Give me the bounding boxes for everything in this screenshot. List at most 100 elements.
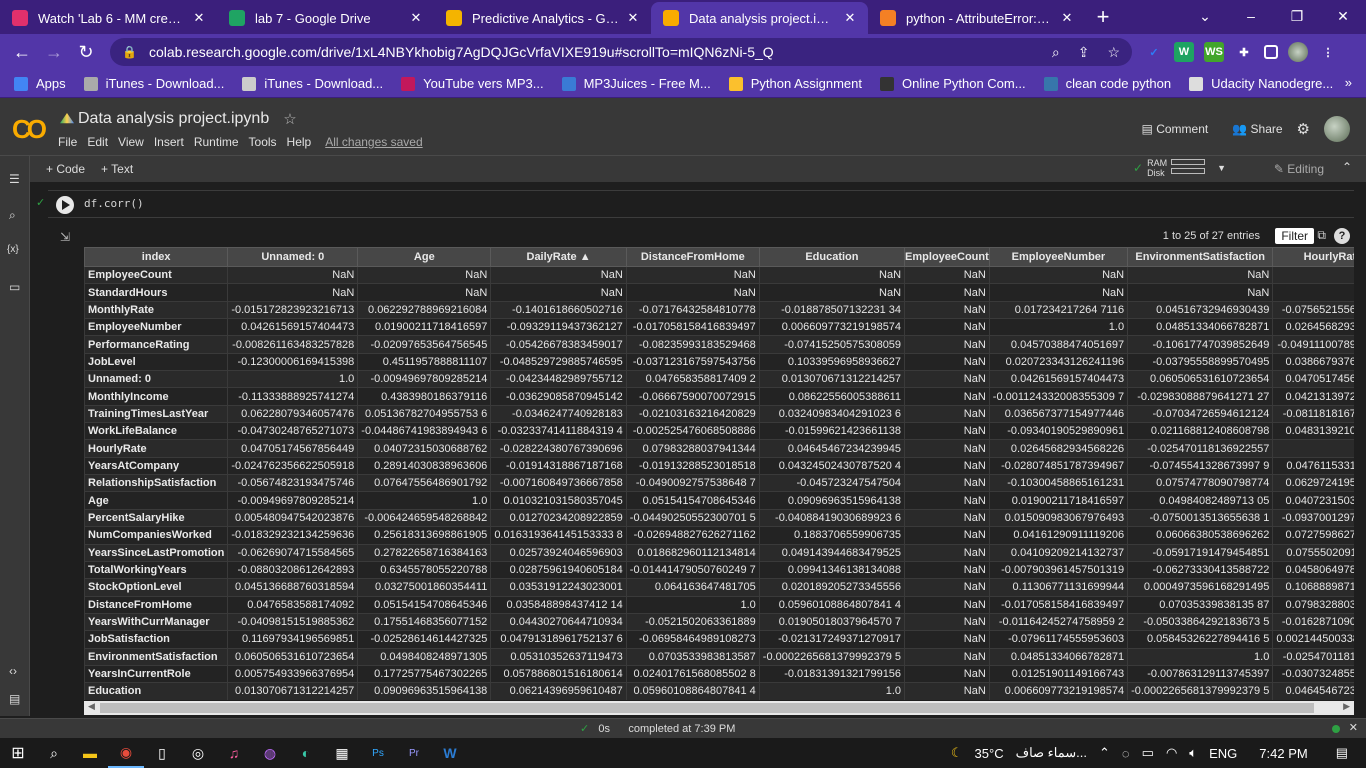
- itunes-icon[interactable]: ♫: [216, 738, 252, 768]
- menu-item[interactable]: Insert: [154, 135, 184, 149]
- menu-item[interactable]: Tools: [249, 135, 277, 149]
- code-cell[interactable]: df.corr(): [48, 190, 1354, 218]
- media-icon[interactable]: ◍: [252, 738, 288, 768]
- help-icon[interactable]: ?: [1334, 228, 1350, 244]
- browser-tab[interactable]: Predictive Analytics - Google ✕: [434, 2, 651, 34]
- column-header[interactable]: EmployeeNumber: [988, 247, 1129, 267]
- close-status-icon[interactable]: ✕: [1349, 721, 1358, 734]
- menu-item[interactable]: Runtime: [194, 135, 239, 149]
- notebook-title[interactable]: Data analysis project.ipynb ☆: [60, 110, 297, 128]
- add-text-button[interactable]: + Text: [101, 162, 133, 176]
- close-tab-icon[interactable]: ✕: [191, 10, 207, 26]
- terminal-icon[interactable]: ▤: [9, 692, 20, 706]
- minimize-button[interactable]: –: [1228, 0, 1274, 32]
- steam-icon[interactable]: ◎: [180, 738, 216, 768]
- word-icon[interactable]: W: [432, 738, 468, 768]
- bookmark-star-icon[interactable]: ☆: [1107, 44, 1120, 61]
- save-status[interactable]: All changes saved: [325, 135, 422, 149]
- taskbar-search-icon[interactable]: ⌕: [36, 738, 72, 768]
- close-window-button[interactable]: ✕: [1320, 0, 1366, 32]
- toc-icon[interactable]: ☰: [9, 172, 20, 186]
- weather-temp[interactable]: 35°C: [975, 746, 1004, 761]
- close-tab-icon[interactable]: ✕: [842, 10, 858, 26]
- share-button[interactable]: 👥 Share: [1232, 122, 1282, 136]
- extensions-puzzle-icon[interactable]: ✚: [1234, 42, 1254, 62]
- file-explorer-icon[interactable]: ▬: [72, 738, 108, 768]
- bookmark-item[interactable]: YouTube vers MP3...: [401, 76, 544, 91]
- url-input[interactable]: 🔒 colab.research.google.com/drive/1xL4NB…: [110, 38, 1132, 66]
- code-snippets-icon[interactable]: ‹›: [9, 664, 17, 678]
- run-cell-button[interactable]: [56, 196, 74, 214]
- weather-moon-icon[interactable]: ☾: [951, 745, 963, 761]
- edge-icon[interactable]: ◐: [288, 738, 324, 768]
- forward-button[interactable]: →: [38, 42, 70, 63]
- notepad-icon[interactable]: ▯: [144, 738, 180, 768]
- column-header[interactable]: DailyRate ▲: [490, 247, 627, 267]
- comment-button[interactable]: ▤ Comment: [1142, 122, 1209, 136]
- column-header[interactable]: EmployeeCount: [904, 247, 990, 267]
- files-folder-icon[interactable]: ▭: [9, 280, 20, 294]
- scroll-left-icon[interactable]: ◀: [88, 701, 95, 712]
- menu-item[interactable]: View: [118, 135, 144, 149]
- notifications-icon[interactable]: ▤: [1336, 745, 1348, 761]
- bookmark-item[interactable]: Python Assignment: [728, 76, 862, 91]
- column-header[interactable]: Unnamed: 0: [227, 247, 359, 267]
- bookmark-item[interactable]: Udacity Nanodegre...: [1189, 76, 1333, 91]
- bookmarks-overflow-icon[interactable]: »: [1345, 75, 1352, 90]
- bookmark-item[interactable]: iTunes - Download...: [83, 76, 224, 91]
- browser-menu-icon[interactable]: ⋮: [1318, 42, 1338, 62]
- zoom-icon[interactable]: ⌕: [1052, 44, 1060, 61]
- column-header[interactable]: EnvironmentSatisfaction: [1127, 247, 1274, 267]
- notebook-title-text[interactable]: Data analysis project.ipynb: [78, 110, 269, 128]
- browser-tab[interactable]: python - AttributeError: 'Seri ✕: [868, 2, 1085, 34]
- colab-logo[interactable]: CO: [12, 114, 47, 145]
- extension-ws-icon[interactable]: WS: [1204, 42, 1224, 62]
- column-header[interactable]: index: [84, 247, 229, 267]
- scroll-right-icon[interactable]: ▶: [1343, 701, 1350, 712]
- runtime-dropdown-icon[interactable]: ▼: [1217, 163, 1226, 173]
- add-code-button[interactable]: + Code: [46, 162, 85, 176]
- back-button[interactable]: ←: [6, 42, 38, 63]
- tab-search-icon[interactable]: ⌄: [1182, 0, 1228, 32]
- collapse-header-icon[interactable]: ⌃: [1342, 160, 1352, 174]
- copy-icon[interactable]: ⧉: [1317, 228, 1326, 243]
- battery-icon[interactable]: ▭: [1142, 745, 1154, 761]
- column-header[interactable]: Age: [357, 247, 492, 267]
- bookmark-item[interactable]: iTunes - Download...: [242, 76, 383, 91]
- clock[interactable]: 7:42 PM: [1259, 746, 1307, 761]
- location-icon[interactable]: ◌: [1122, 746, 1130, 761]
- bookmark-item[interactable]: MP3Juices - Free M...: [561, 76, 711, 91]
- column-header[interactable]: Education: [758, 247, 906, 267]
- bookmark-item[interactable]: Apps: [14, 76, 66, 91]
- wifi-icon[interactable]: ◠: [1166, 745, 1177, 761]
- correlation-table-container[interactable]: index Unnamed: 0 Age DailyRate ▲ DistanceFro…: [84, 247, 1354, 700]
- ram-disk-indicator[interactable]: ✓ RAM Disk ▼: [1133, 158, 1226, 178]
- browser-tab[interactable]: Data analysis project.ipynb - ✕: [651, 2, 868, 34]
- sidebar-icon[interactable]: [1264, 45, 1278, 59]
- menu-item[interactable]: File: [58, 135, 77, 149]
- lock-icon[interactable]: 🔒: [122, 45, 137, 59]
- bookmark-item[interactable]: Online Python Com...: [880, 76, 1026, 91]
- volume-icon[interactable]: 🔈︎: [1189, 745, 1197, 761]
- search-icon[interactable]: ⌕: [9, 208, 16, 223]
- calculator-icon[interactable]: ▦: [324, 738, 360, 768]
- browser-tab[interactable]: lab 7 - Google Drive ✕: [217, 2, 434, 34]
- extension-w-icon[interactable]: W: [1174, 42, 1194, 62]
- column-header[interactable]: DistanceFromHome: [625, 247, 760, 267]
- weather-desc[interactable]: سماء صاف...: [1016, 745, 1087, 761]
- editing-mode-button[interactable]: ✎ Editing: [1274, 162, 1324, 176]
- new-tab-button[interactable]: +: [1085, 2, 1121, 34]
- browser-tab[interactable]: Watch 'Lab 6 - MM credit' | M ✕: [0, 2, 217, 34]
- cell-code[interactable]: df.corr(): [84, 197, 144, 210]
- share-icon[interactable]: ⇪: [1078, 44, 1090, 61]
- close-tab-icon[interactable]: ✕: [1059, 10, 1075, 26]
- star-icon[interactable]: ☆: [283, 110, 296, 128]
- premiere-icon[interactable]: Pr: [396, 738, 432, 768]
- profile-avatar[interactable]: [1288, 42, 1308, 62]
- photoshop-icon[interactable]: Ps: [360, 738, 396, 768]
- column-header[interactable]: HourlyRate: [1272, 247, 1354, 267]
- settings-gear-icon[interactable]: ⚙: [1297, 120, 1310, 138]
- menu-item[interactable]: Edit: [87, 135, 108, 149]
- tray-chevron-icon[interactable]: ⌃: [1099, 745, 1110, 761]
- close-tab-icon[interactable]: ✕: [625, 10, 641, 26]
